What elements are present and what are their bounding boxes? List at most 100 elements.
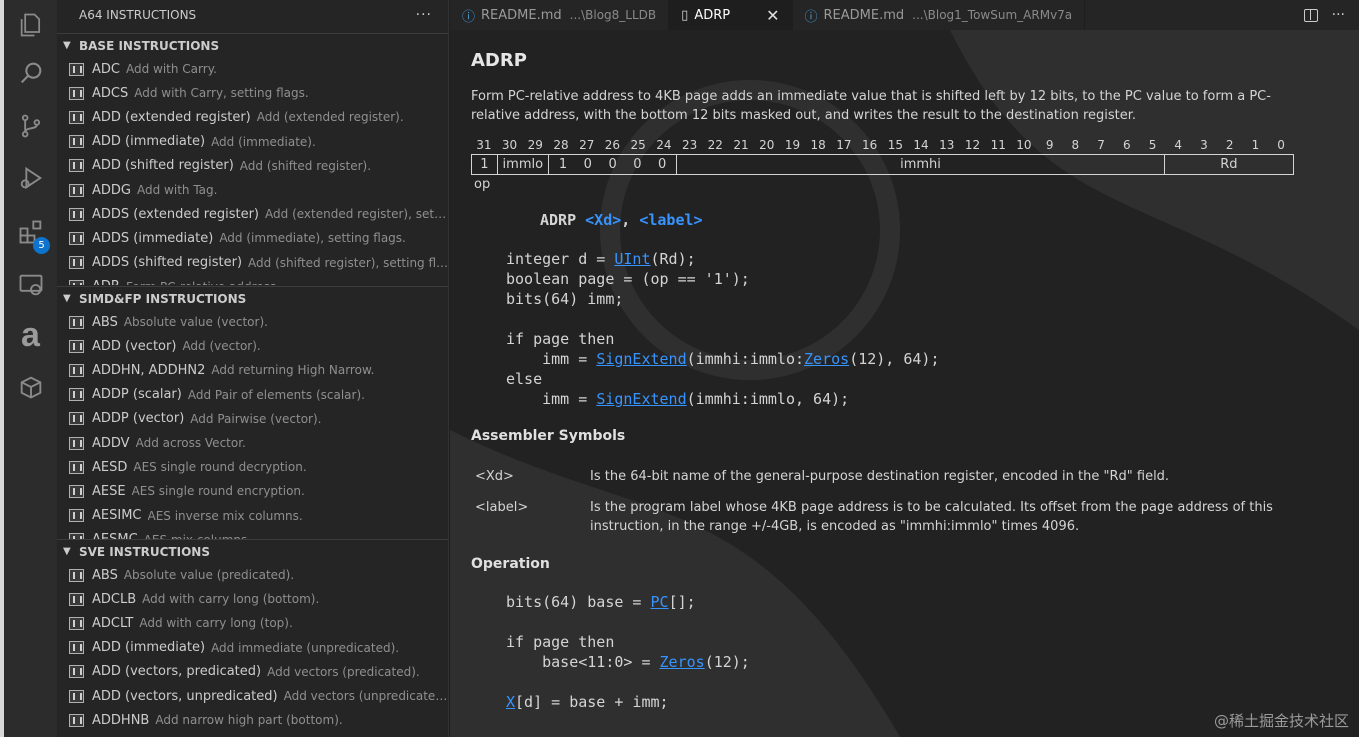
instruction-icon: [69, 388, 84, 402]
instruction-name: ADC: [92, 61, 120, 77]
section-header[interactable]: ▼ BASE INSTRUCTIONS: [57, 33, 448, 57]
instruction-item[interactable]: ADDP (vector) Add Pairwise (vector).: [57, 407, 448, 431]
bit-number: 11: [990, 138, 1006, 152]
chevron-down-icon: ▼: [63, 293, 71, 304]
search-icon[interactable]: [4, 48, 57, 98]
source-control-icon[interactable]: [4, 101, 57, 151]
instruction-item[interactable]: ADDHNB Add narrow high part (bottom).: [57, 708, 448, 732]
instruction-item[interactable]: ADD (immediate) Add immediate (unpredicat…: [57, 636, 448, 660]
extensions-icon[interactable]: 5: [4, 207, 57, 257]
instruction-item[interactable]: AESE AES single round encryption.: [57, 479, 448, 503]
activity-bar: 5 a: [0, 0, 57, 737]
instruction-name: ADDP (scalar): [92, 387, 182, 403]
section-sve-instructions: ▼ SVE INSTRUCTIONS ABS Absolute value (pre…: [57, 539, 449, 737]
instruction-name: AESMC: [92, 532, 138, 539]
instruction-item[interactable]: ADR Form PC-relative address.: [57, 275, 448, 285]
instruction-name: ADD (immediate): [92, 640, 206, 656]
instruction-name: ADDV: [92, 435, 130, 451]
instruction-name: ADR: [92, 279, 120, 285]
instruction-item[interactable]: ADD (vectors, unpredicated) Add vectors (…: [57, 684, 449, 708]
zeros-link[interactable]: Zeros: [804, 350, 849, 368]
instruction-item[interactable]: ADD (extended register) Add (extended reg…: [57, 105, 448, 129]
instruction-desc: Add (shifted register), setting fla...: [248, 255, 449, 270]
bit-number: 9: [1045, 138, 1054, 152]
uint-link[interactable]: UInt: [614, 250, 650, 268]
x-register-link[interactable]: X: [506, 693, 515, 711]
instruction-item[interactable]: ABS Absolute value (vector).: [57, 310, 448, 334]
section-header[interactable]: ▼ SIMD&FP INSTRUCTIONS: [57, 286, 448, 310]
instruction-item[interactable]: ABS Absolute value (predicated).: [57, 563, 448, 587]
instruction-item[interactable]: AESMCAES mix columns.: [57, 528, 448, 539]
code-text: else: [506, 370, 543, 388]
instruction-item[interactable]: ADDP (scalar) Add Pair of elements (scala…: [57, 383, 448, 407]
more-actions-icon[interactable]: ···: [416, 7, 432, 23]
remote-explorer-icon[interactable]: [4, 260, 57, 310]
pc-link[interactable]: PC: [651, 593, 669, 611]
instruction-item[interactable]: ADD (immediate) Add (immediate).: [57, 130, 448, 154]
instruction-icon: [69, 484, 84, 498]
instruction-icon: [69, 280, 84, 285]
instruction-desc: Add (extended register).: [256, 110, 404, 125]
bit-number: 3: [1200, 138, 1208, 152]
editor-actions: ···: [1303, 0, 1345, 30]
tab-readme-blog8[interactable]: ⓘ README.md ...\Blog8_LLDB: [450, 0, 670, 30]
syntax-operand-xd[interactable]: <Xd>: [585, 211, 621, 229]
sidebar-header: A64 INSTRUCTIONS ···: [57, 0, 448, 30]
preview-icon: ▯: [681, 7, 689, 23]
instruction-item[interactable]: ADDG Add with Tag.: [57, 178, 448, 202]
encoding-field: 1: [472, 155, 498, 174]
more-actions-icon[interactable]: ···: [1332, 7, 1345, 23]
signextend-link[interactable]: SignExtend: [596, 350, 686, 368]
signextend-link[interactable]: SignExtend: [596, 390, 686, 408]
editor-content: ADRP Form PC-relative address to 4KB pag…: [450, 30, 1359, 737]
code-text: bits(64) base =: [506, 593, 651, 611]
instruction-name: ADDS (shifted register): [92, 255, 243, 271]
tab-label: ADRP: [694, 7, 731, 23]
instruction-item[interactable]: AESD AES single round decryption.: [57, 455, 448, 479]
instruction-item[interactable]: ADDV Add across Vector.: [57, 431, 448, 455]
instruction-icon: [69, 616, 84, 630]
tab-adrp[interactable]: ▯ ADRP ✕: [669, 0, 793, 30]
instruction-item[interactable]: ADDS (shifted register) Add (shifted regi…: [57, 251, 449, 275]
instruction-item[interactable]: ADCLB Add with carry long (bottom).: [57, 587, 448, 611]
instruction-item[interactable]: ADCLT Add with carry long (top).: [57, 611, 448, 635]
instruction-item[interactable]: ADD (vector) Add (vector).: [57, 334, 448, 358]
instruction-name: ABS: [92, 314, 118, 330]
instruction-icon: [69, 665, 84, 679]
a-extension-icon[interactable]: a: [4, 310, 57, 360]
bit-number: 13: [939, 138, 955, 152]
symbol-label-description: Is the program label whose 4KB page addr…: [590, 500, 1273, 534]
packages-icon[interactable]: [4, 362, 57, 412]
instruction-item[interactable]: ADC Add with Carry.: [57, 57, 448, 81]
instruction-desc: Absolute value (vector).: [123, 315, 268, 330]
instruction-item[interactable]: ADD (vectors, predicated) Add vectors (pr…: [57, 660, 448, 684]
instruction-desc: Add vectors (unpredicated).: [283, 689, 449, 704]
split-editor-icon[interactable]: [1303, 8, 1318, 22]
instruction-item[interactable]: ADDHN, ADDHN2 Add returning High Narrow.: [57, 358, 448, 382]
explorer-icon[interactable]: [4, 0, 57, 50]
zeros-link[interactable]: Zeros: [660, 653, 705, 671]
bit-number: 8: [1071, 138, 1080, 152]
run-debug-icon[interactable]: [4, 153, 57, 203]
instruction-item[interactable]: ADDS (immediate) Add (immediate), setting…: [57, 226, 448, 250]
tab-path: ...\Blog1_TowSum_ARMv7a: [912, 8, 1073, 22]
syntax-mnemonic: ADRP: [540, 211, 577, 229]
close-icon[interactable]: ✕: [766, 6, 779, 25]
instruction-desc: Add Pairwise (vector).: [190, 411, 322, 426]
section-header[interactable]: ▼ SVE INSTRUCTIONS: [57, 539, 448, 563]
bit-number: 29: [527, 138, 543, 152]
bit-number: 0: [1277, 138, 1285, 152]
tab-readme-blog1[interactable]: ⓘ README.md ...\Blog1_TowSum_ARMv7a: [793, 0, 1086, 30]
syntax-operand-label[interactable]: <label>: [639, 211, 702, 229]
encoding-field: immlo: [498, 155, 549, 174]
bit-number: 2: [1225, 138, 1234, 152]
instruction-item[interactable]: AESIMC AES inverse mix columns.: [57, 504, 448, 528]
bit-number: 17: [836, 138, 852, 152]
sidebar-title: A64 INSTRUCTIONS: [79, 8, 197, 22]
instruction-list: ADC Add with Carry. ADCS Add with Carry, se…: [57, 57, 449, 285]
instruction-item[interactable]: ADCS Add with Carry, setting flags.: [57, 81, 448, 105]
instruction-item[interactable]: ADD (shifted register) Add (shifted regis…: [57, 154, 448, 178]
instruction-item[interactable]: ADDS (extended register) Add (extended re…: [57, 202, 448, 226]
page-title: ADRP: [471, 50, 527, 71]
code-text: if page then: [506, 633, 615, 651]
